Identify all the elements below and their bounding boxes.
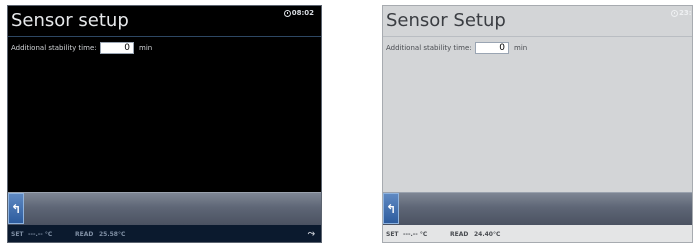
stability-time-input[interactable]: 0 (100, 42, 134, 54)
clock: 08:02 (283, 9, 314, 17)
set-value: ---.-- °C (403, 231, 428, 238)
title-divider (8, 36, 321, 37)
sensor-setup-light-screen: Sensor Setup 23: Additional stability ti… (382, 5, 693, 243)
read-value: 24.40°C (474, 231, 501, 238)
read-value: 25.58°C (99, 231, 126, 238)
connection-icon: ⤳ (307, 229, 315, 239)
title-divider (383, 36, 692, 37)
bottom-toolbar: ↰ (383, 192, 692, 225)
read-label: READ (75, 231, 94, 238)
clock-time: 08:02 (291, 9, 314, 17)
bottom-toolbar: ↰ (8, 192, 321, 225)
status-bar: SET ---.-- °C READ 24.40°C (383, 225, 692, 242)
back-button[interactable]: ↰ (383, 193, 399, 224)
back-arrow-icon: ↰ (10, 201, 22, 216)
back-arrow-icon: ↰ (385, 201, 397, 216)
clock-time: 23: (679, 9, 692, 17)
read-label: READ (450, 231, 469, 238)
set-value: ---.-- °C (28, 231, 53, 238)
stability-time-label: Additional stability time: (386, 44, 472, 52)
set-label: SET (386, 231, 399, 238)
stability-time-row: Additional stability time: 0 min (11, 41, 152, 55)
page-title: Sensor Setup (386, 10, 506, 31)
stability-time-unit: min (514, 44, 528, 52)
stability-time-input[interactable]: 0 (475, 42, 509, 54)
status-bar: SET ---.-- °C READ 25.58°C ⤳ (8, 225, 321, 242)
sensor-setup-dark-screen: Sensor setup 08:02 Additional stability … (7, 5, 322, 243)
set-label: SET (11, 231, 24, 238)
stability-time-unit: min (139, 44, 153, 52)
stability-time-row: Additional stability time: 0 min (386, 41, 527, 55)
stability-time-label: Additional stability time: (11, 44, 97, 52)
clock: 23: (671, 9, 692, 17)
clock-icon (283, 9, 291, 17)
clock-icon (671, 9, 678, 17)
page-title: Sensor setup (11, 10, 129, 31)
back-button[interactable]: ↰ (8, 193, 24, 224)
